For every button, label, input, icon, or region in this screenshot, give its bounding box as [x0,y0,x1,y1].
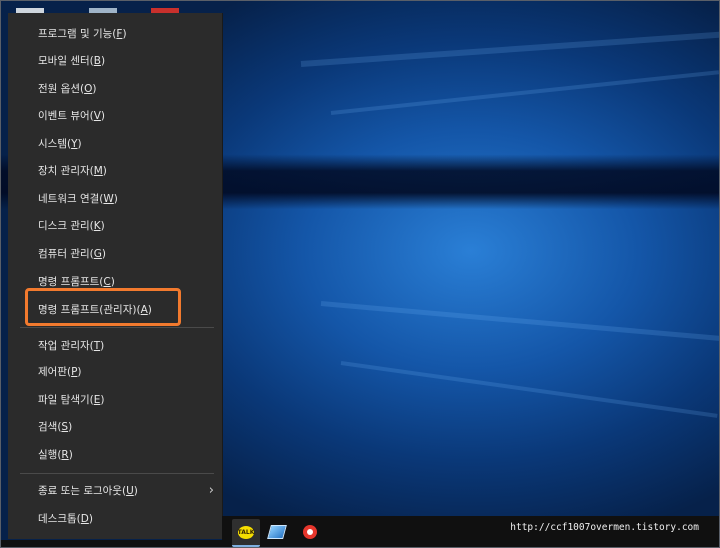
menu-item-label: 실행(R) [38,449,73,461]
menu-shutdown-signout[interactable]: 종료 또는 로그아웃(U) › [8,478,222,504]
menu-search[interactable]: 검색(S) [8,414,222,440]
menu-system[interactable]: 시스템(Y) [8,131,222,157]
menu-control-panel[interactable]: 제어판(P) [8,359,222,385]
menu-programs-features[interactable]: 프로그램 및 기능(F) [8,21,222,47]
menu-item-label: 시스템(Y) [38,138,82,150]
menu-item-label: 컴퓨터 관리(G) [38,248,106,260]
menu-item-label: 데스크톱(D) [38,513,93,525]
record-icon [303,525,317,539]
menu-item-label: 디스크 관리(K) [38,220,105,232]
menu-separator [20,327,214,328]
chevron-right-icon: › [208,483,214,498]
app-taskbar-button[interactable] [263,519,291,545]
app-icon [267,525,287,539]
menu-run[interactable]: 실행(R) [8,442,222,468]
menu-item-label: 작업 관리자(T) [38,340,105,352]
menu-disk-management[interactable]: 디스크 관리(K) [8,213,222,239]
menu-item-label: 종료 또는 로그아웃(U) [38,485,138,497]
menu-desktop[interactable]: 데스크톱(D) [8,506,222,532]
menu-item-label: 검색(S) [38,421,73,433]
app-taskbar-button[interactable] [296,519,324,545]
menu-item-label: 파일 탐색기(E) [38,394,105,406]
menu-power-options[interactable]: 전원 옵션(O) [8,76,222,102]
menu-item-label: 이벤트 뷰어(V) [38,110,106,122]
menu-separator [20,473,214,474]
menu-network-connections[interactable]: 네트워크 연결(W) [8,186,222,212]
screenshot-frame: 프로그램 및 기능(F) 모바일 센터(B) 전원 옵션(O) 이벤트 뷰어(V) 시스… [0,0,720,548]
menu-item-label: 네트워크 연결(W) [38,193,118,205]
taskbar: TALK http://ccf1007overmen.tistory.com [222,516,719,547]
kakaotalk-taskbar-button[interactable]: TALK [232,519,260,547]
menu-device-manager[interactable]: 장치 관리자(M) [8,158,222,184]
menu-item-label: 모바일 센터(B) [38,55,106,67]
kakaotalk-icon: TALK [238,525,254,539]
menu-event-viewer[interactable]: 이벤트 뷰어(V) [8,103,222,129]
menu-item-label: 프로그램 및 기능(F) [38,28,127,40]
watermark-url: http://ccf1007overmen.tistory.com [510,522,699,533]
highlight-box [25,288,181,326]
menu-item-label: 장치 관리자(M) [38,165,107,177]
menu-mobility-center[interactable]: 모바일 센터(B) [8,48,222,74]
menu-item-label: 전원 옵션(O) [38,83,97,95]
taskbar-start-area [1,540,222,547]
menu-computer-management[interactable]: 컴퓨터 관리(G) [8,241,222,267]
menu-task-manager[interactable]: 작업 관리자(T) [8,333,222,359]
menu-file-explorer[interactable]: 파일 탐색기(E) [8,387,222,413]
menu-item-label: 제어판(P) [38,366,82,378]
start-context-menu: 프로그램 및 기능(F) 모바일 센터(B) 전원 옵션(O) 이벤트 뷰어(V) 시스… [8,13,223,539]
